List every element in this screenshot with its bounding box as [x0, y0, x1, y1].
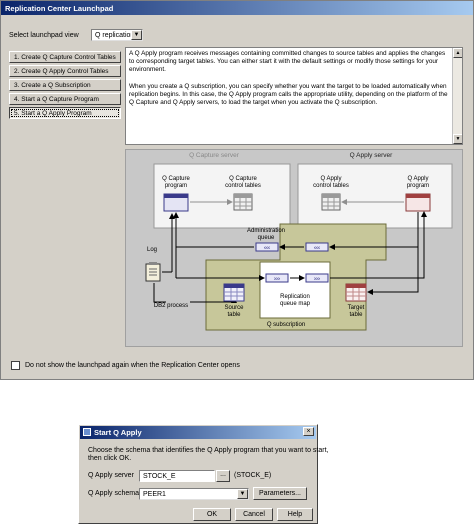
q-apply-schema-select[interactable]: PEER1 ▼ — [139, 488, 249, 500]
q-capture-control-tables-icon — [233, 193, 253, 211]
launchpad-view-label: Select launchpad view — [9, 32, 79, 39]
admin-queue-icon-right: ‹‹‹ — [305, 242, 329, 252]
queue-map-label-2: queue map — [280, 301, 311, 307]
admin-queue-icon-left: ‹‹‹ — [255, 242, 279, 252]
q-apply-control-tables-label-1: Q Apply — [320, 176, 341, 182]
description-scrollbar[interactable]: ▲ ▼ — [452, 48, 462, 144]
q-apply-program-icon — [405, 193, 431, 212]
queue-map-box — [259, 261, 331, 319]
db2-process-label: DB2 process — [154, 303, 188, 309]
do-not-show-label: Do not show the launchpad again when the… — [25, 362, 240, 369]
parameters-button[interactable]: Parameters... — [253, 487, 307, 500]
q-subscription-label: Q subscription — [267, 322, 305, 328]
description-panel: A Q Apply program receives messages cont… — [125, 47, 463, 145]
step-start-capture-button[interactable]: 4. Start a Q Capture Program — [9, 93, 121, 105]
step-start-apply-button[interactable]: 5. Start a Q Apply Program — [9, 107, 121, 119]
chevron-down-icon[interactable]: ▼ — [237, 489, 248, 499]
target-table-label-1: Target — [348, 305, 365, 311]
q-capture-program-icon — [163, 193, 189, 212]
replication-diagram: Q Capture server Q Apply server Q Captur… — [125, 149, 463, 347]
queue-map-label-1: Replication — [280, 294, 310, 300]
scroll-up-icon[interactable]: ▲ — [453, 48, 462, 58]
chevron-down-icon[interactable]: ▼ — [131, 30, 142, 40]
step-create-apply-tables-button[interactable]: 2. Create Q Apply Control Tables — [9, 65, 121, 77]
launchpad-title: Replication Center Launchpad — [1, 1, 473, 15]
step-create-subscription-button[interactable]: 3. Create a Q Subscription — [9, 79, 121, 91]
launchpad-window: Replication Center Launchpad Select laun… — [0, 0, 474, 380]
receive-queue-icon: ››› — [305, 273, 329, 283]
source-table-icon — [223, 283, 245, 302]
q-apply-program-label-1: Q Apply — [407, 176, 428, 182]
q-apply-server-value: STOCK_E — [143, 473, 176, 480]
target-table-icon — [345, 283, 367, 302]
app-icon — [83, 428, 91, 436]
start-q-apply-dialog: Start Q Apply × Choose the schema that i… — [78, 424, 328, 524]
source-table-label-1: Source — [224, 305, 244, 311]
q-capture-control-tables-label-1: Q Capture — [229, 176, 257, 182]
ok-button[interactable]: OK — [193, 508, 231, 521]
server-alias-label: (STOCK_E) — [234, 472, 272, 479]
apply-server-label: Q Apply server — [350, 152, 393, 159]
description-paragraph-1: A Q Apply program receives messages cont… — [129, 50, 446, 74]
scroll-down-icon[interactable]: ▼ — [453, 134, 462, 144]
description-paragraph-2: When you create a Q subscription, you ca… — [129, 82, 448, 107]
log-label: Log — [147, 247, 157, 253]
q-capture-program-label-2: program — [165, 183, 187, 189]
launchpad-view-value: Q replication — [95, 32, 135, 39]
q-capture-control-tables-label-2: control tables — [225, 183, 261, 189]
q-apply-server-field[interactable]: STOCK_E — [139, 470, 215, 482]
q-apply-control-tables-icon — [321, 193, 341, 211]
db2-process-line — [153, 283, 166, 303]
cancel-button[interactable]: Cancel — [235, 508, 273, 521]
close-icon[interactable]: × — [303, 427, 314, 436]
capture-server-label: Q Capture server — [189, 152, 240, 159]
instructions-line-1: Choose the schema that identifies the Q … — [88, 447, 329, 454]
q-apply-schema-label: Q Apply schema — [88, 490, 139, 497]
source-table-label-2: table — [227, 312, 241, 318]
admin-queue-label-1: Administration — [247, 228, 285, 234]
do-not-show-checkbox[interactable] — [11, 361, 20, 370]
svg-text:‹‹‹: ‹‹‹ — [264, 246, 270, 252]
help-button[interactable]: Help — [277, 508, 313, 521]
q-apply-schema-value: PEER1 — [143, 491, 166, 498]
dialog-title: Start Q Apply — [80, 426, 316, 439]
log-icon — [145, 262, 161, 282]
q-capture-program-label-1: Q Capture — [162, 176, 190, 182]
q-apply-control-tables-label-2: control tables — [313, 183, 349, 189]
admin-queue-label-2: queue — [258, 235, 275, 241]
svg-text:‹‹‹: ‹‹‹ — [314, 246, 320, 252]
svg-text:›››: ››› — [314, 277, 320, 283]
diagram-svg: Q Capture server Q Apply server Q Captur… — [145, 152, 453, 331]
launchpad-view-select[interactable]: Q replication ▼ — [91, 29, 143, 41]
instructions-line-2: then click OK. — [88, 455, 132, 462]
svg-text:›››: ››› — [274, 277, 280, 283]
q-apply-program-label-2: program — [407, 183, 429, 189]
send-queue-icon: ››› — [265, 273, 289, 283]
target-table-label-2: table — [349, 312, 363, 318]
q-apply-server-label: Q Apply server — [88, 472, 134, 479]
step-create-capture-tables-button[interactable]: 1. Create Q Capture Control Tables — [9, 51, 121, 63]
server-browse-button[interactable]: ... — [216, 470, 230, 482]
